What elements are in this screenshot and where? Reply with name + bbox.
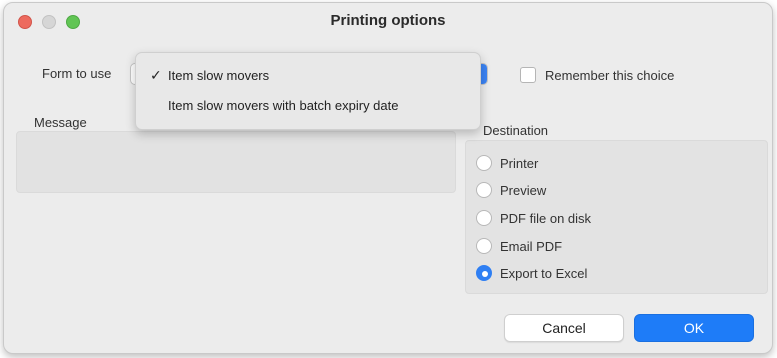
message-textarea[interactable] [16,131,456,193]
form-dropdown-menu: ✓ Item slow movers Item slow movers with… [135,52,481,130]
dropdown-item-label: Item slow movers with batch expiry date [168,98,399,113]
dropdown-item-batch-expiry[interactable]: Item slow movers with batch expiry date [136,95,480,117]
radio-email-pdf[interactable] [476,238,492,254]
printing-options-dialog: Printing options Form to use ✓ Item slow… [3,2,773,354]
radio-label: Preview [500,182,547,198]
destination-option-preview[interactable]: Preview [476,180,546,200]
destination-option-export-excel[interactable]: Export to Excel [476,263,587,283]
radio-pdf-file[interactable] [476,210,492,226]
destination-group: Printer Preview PDF file on disk Email P… [465,140,768,294]
radio-label: PDF file on disk [500,210,592,226]
radio-label: Export to Excel [500,265,588,281]
remember-choice[interactable]: Remember this choice [520,67,674,83]
message-label: Message [34,115,87,130]
checkmark-icon: ✓ [150,67,162,83]
radio-export-excel[interactable] [476,265,492,281]
remember-choice-label: Remember this choice [545,67,675,83]
destination-label: Destination [483,123,549,138]
radio-preview[interactable] [476,182,492,198]
ok-button[interactable]: OK [634,314,754,342]
dropdown-item-item-slow-movers[interactable]: ✓ Item slow movers [136,65,480,87]
window-title: Printing options [330,12,446,29]
title-bar: Printing options [4,3,772,41]
destination-option-email-pdf[interactable]: Email PDF [476,236,562,256]
radio-label: Printer [500,155,539,171]
radio-printer[interactable] [476,155,492,171]
remember-choice-checkbox[interactable] [520,67,536,83]
destination-option-printer[interactable]: Printer [476,153,538,173]
form-to-use-label: Form to use [42,66,112,81]
radio-label: Email PDF [500,238,563,254]
destination-option-pdf-file[interactable]: PDF file on disk [476,208,591,228]
dropdown-item-label: Item slow movers [168,68,270,83]
cancel-button[interactable]: Cancel [504,314,624,342]
